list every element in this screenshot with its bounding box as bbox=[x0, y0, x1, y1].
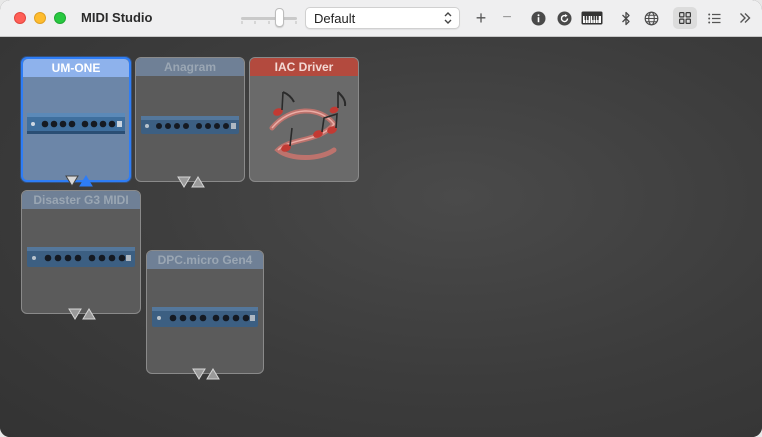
device-dpc-micro-gen4[interactable]: DPC.micro Gen4 bbox=[146, 250, 264, 380]
zoom-button[interactable] bbox=[54, 12, 66, 24]
midi-interface-icon bbox=[23, 77, 129, 168]
slider-ticks bbox=[241, 21, 297, 24]
bluetooth-icon bbox=[622, 11, 630, 25]
device-name: IAC Driver bbox=[250, 58, 358, 76]
grid-view-icon bbox=[679, 12, 691, 24]
icon-size-slider[interactable] bbox=[241, 8, 297, 27]
iac-music-notes-icon bbox=[250, 76, 358, 169]
list-view-button[interactable] bbox=[703, 7, 725, 29]
device-name: UM-ONE bbox=[23, 59, 129, 77]
window-title: MIDI Studio bbox=[81, 10, 153, 25]
network-button[interactable] bbox=[640, 7, 662, 29]
device-ports bbox=[68, 308, 96, 320]
device-ports bbox=[192, 368, 220, 380]
add-device-button[interactable]: + bbox=[470, 7, 492, 29]
network-icon bbox=[644, 11, 658, 25]
minus-icon: − bbox=[502, 9, 512, 26]
midi-interface-icon bbox=[136, 76, 244, 169]
device-name: DPC.micro Gen4 bbox=[147, 251, 263, 269]
info-button[interactable] bbox=[527, 7, 549, 29]
info-icon bbox=[531, 11, 545, 25]
bluetooth-button[interactable] bbox=[615, 7, 637, 29]
midi-studio-window: MIDI Studio Default + − UM-ONE Anagram I… bbox=[0, 0, 762, 437]
rescan-button[interactable] bbox=[553, 7, 575, 29]
device-iac-driver[interactable]: IAC Driver bbox=[249, 57, 359, 182]
device-anagram[interactable]: Anagram bbox=[135, 57, 245, 188]
device-ports bbox=[177, 176, 205, 188]
slider-track bbox=[241, 17, 297, 20]
rescan-icon bbox=[557, 11, 571, 25]
chevron-double-right-icon bbox=[740, 13, 751, 23]
midi-interface-icon bbox=[147, 269, 263, 361]
list-view-icon bbox=[707, 13, 720, 23]
toolbar: MIDI Studio Default + − bbox=[0, 0, 762, 37]
midi-interface-icon bbox=[22, 209, 140, 301]
configuration-value: Default bbox=[314, 11, 356, 26]
configuration-select[interactable]: Default bbox=[305, 7, 460, 29]
test-setup-keyboard-icon bbox=[581, 11, 603, 25]
remove-device-button[interactable]: − bbox=[496, 7, 518, 29]
close-button[interactable] bbox=[14, 12, 26, 24]
minimize-button[interactable] bbox=[34, 12, 46, 24]
chevron-updown-icon bbox=[444, 12, 452, 24]
device-name: Anagram bbox=[136, 58, 244, 76]
device-um-one[interactable]: UM-ONE bbox=[21, 57, 131, 187]
slider-thumb[interactable] bbox=[275, 8, 284, 27]
icon-view-button[interactable] bbox=[673, 7, 697, 29]
device-canvas[interactable]: UM-ONE Anagram IAC Driver Disaster G3 MI… bbox=[0, 37, 762, 437]
device-ports bbox=[65, 175, 93, 187]
plus-icon: + bbox=[475, 8, 487, 28]
device-name: Disaster G3 MIDI bbox=[22, 191, 140, 209]
test-setup-button[interactable] bbox=[580, 7, 604, 29]
device-disaster-g3-midi[interactable]: Disaster G3 MIDI bbox=[21, 190, 141, 320]
toolbar-overflow-button[interactable] bbox=[734, 7, 756, 29]
